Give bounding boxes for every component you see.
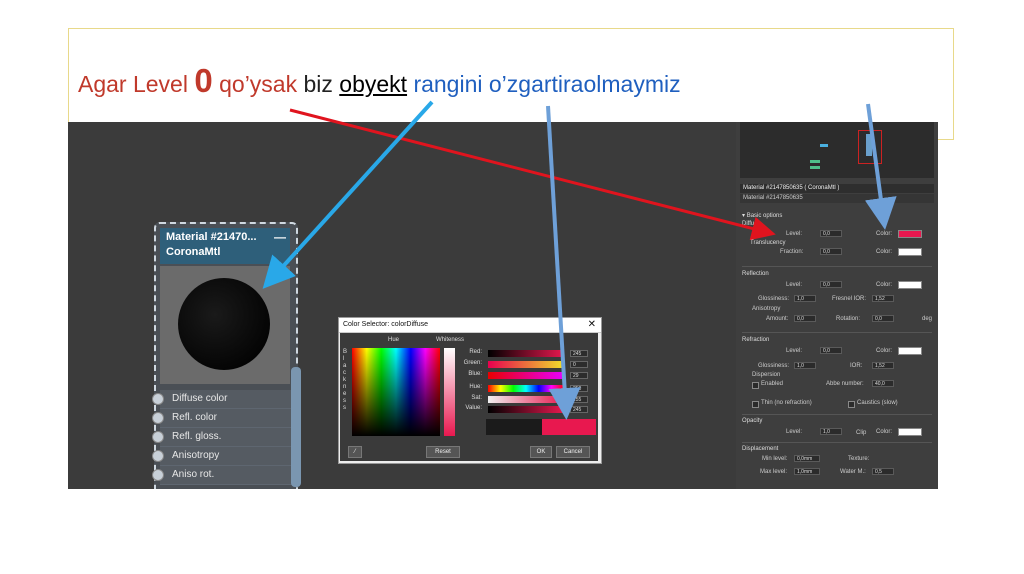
blue-arrow-to-swatch bbox=[546, 105, 581, 420]
annotation-arrows bbox=[262, 100, 897, 420]
blue-arrow-to-sphere bbox=[262, 100, 434, 289]
blue-arrow-to-color bbox=[864, 103, 897, 230]
red-arrow bbox=[289, 108, 776, 241]
